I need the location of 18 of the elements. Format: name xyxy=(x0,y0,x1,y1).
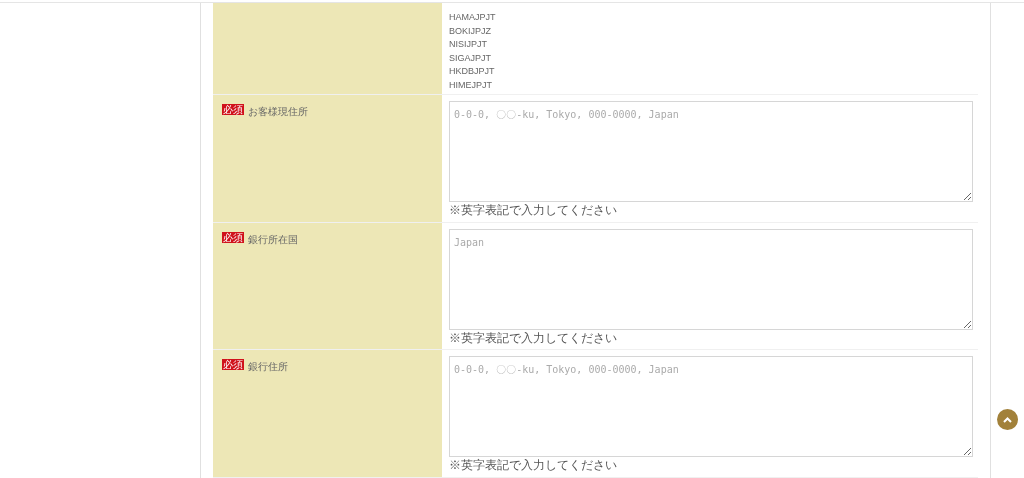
bank-code: HKDBJPJT xyxy=(449,65,496,78)
field-note: ※英字表記で入力してください xyxy=(449,458,618,473)
scroll-top-button[interactable] xyxy=(997,409,1018,430)
bank-code: SIGAJPJT xyxy=(449,51,492,65)
bank-code: HAMAJPJT xyxy=(449,11,496,24)
field-label: 銀行所在国 xyxy=(248,232,298,247)
field-note: ※英字表記で入力してください xyxy=(449,202,618,217)
required-badge: 必須 xyxy=(222,359,244,371)
required-badge: 必須 xyxy=(222,231,244,243)
required-badge: 必須 xyxy=(222,103,244,115)
field-note: ※英字表記で入力してください xyxy=(449,330,618,345)
bank-code: NISIJPJT xyxy=(449,38,488,51)
field-label: お客様現住所 xyxy=(248,104,308,119)
address-field[interactable]: Japan xyxy=(449,228,973,330)
bank-code: HIMEJPJT xyxy=(449,78,493,92)
chevron-up-icon xyxy=(1003,416,1012,423)
field-label: 銀行住所 xyxy=(248,360,288,375)
bank-code: BOKIJPJZ xyxy=(449,24,492,38)
